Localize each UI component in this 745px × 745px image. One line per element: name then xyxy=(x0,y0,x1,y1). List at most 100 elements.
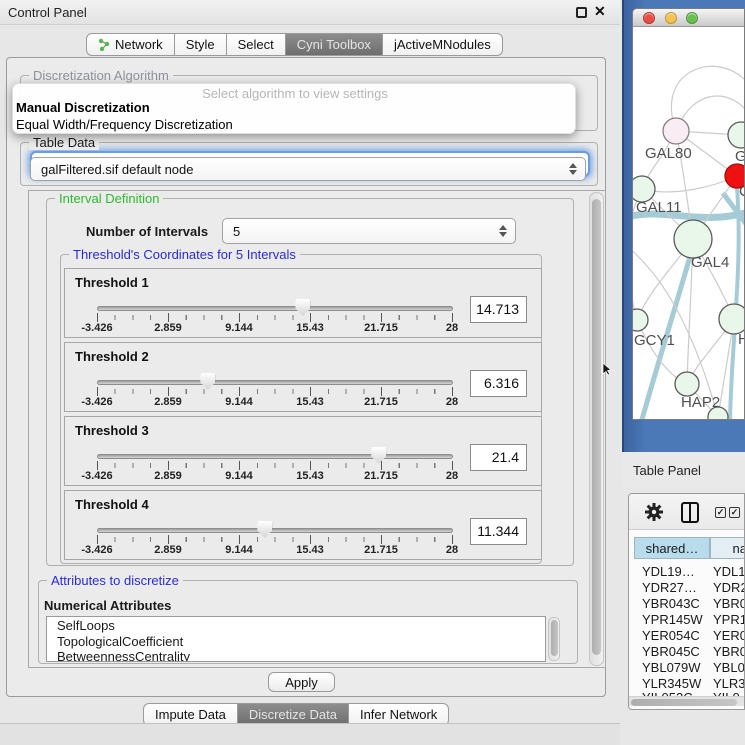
checkbox-icon[interactable]: ✓ xyxy=(729,507,740,518)
tab-select[interactable]: Select xyxy=(227,33,286,56)
threshold-4-box: Threshold 4 -3.426 2.859 9.144 15.43 21.… xyxy=(64,490,542,560)
node-gcy1[interactable] xyxy=(633,309,648,331)
table-panel-title: Table Panel xyxy=(633,463,701,478)
node-label: H xyxy=(738,331,745,348)
node-hap2[interactable] xyxy=(675,372,699,396)
threshold-label: Threshold 1 xyxy=(75,275,149,290)
horizontal-scrollbar[interactable] xyxy=(629,696,745,706)
dropdown-hint: Select algorithm to view settings xyxy=(13,86,577,101)
threshold-3-box: Threshold 3 -3.426 2.859 9.144 15.43 21.… xyxy=(64,416,542,486)
column-header-name[interactable]: na xyxy=(710,537,745,559)
num-intervals-label: Number of Intervals xyxy=(86,224,208,239)
tab-jactivemnodules[interactable]: jActiveMNodules xyxy=(383,33,503,56)
algorithm-dropdown-popup: Select algorithm to view settings Manual… xyxy=(12,83,576,134)
threshold-value-field[interactable]: 11.344 xyxy=(470,518,527,545)
node-label: C xyxy=(739,183,745,200)
node-label: GAL4 xyxy=(691,254,729,271)
dropdown-item-equal-width-frequency[interactable]: Equal Width/Frequency Discretization xyxy=(16,117,233,132)
slider-minor-ticks xyxy=(97,315,453,320)
table-row[interactable]: YDR27…YDR2 xyxy=(634,580,745,596)
scrollbar-thumb[interactable] xyxy=(592,199,601,655)
slider-thumb[interactable] xyxy=(371,447,386,464)
network-canvas[interactable]: GAL80 GA C GAL11 GAL4 GCY1 H HAP2 xyxy=(633,27,745,420)
tab-network[interactable]: Network xyxy=(86,33,175,56)
numerical-attributes-list[interactable]: SelfLoops TopologicalCoefficient Between… xyxy=(46,616,546,662)
threshold-label: Threshold 3 xyxy=(75,423,149,438)
numerical-attributes-label: Numerical Attributes xyxy=(44,598,171,613)
checkbox-icon[interactable]: ✓ xyxy=(715,507,726,518)
close-traffic-light-icon[interactable] xyxy=(643,12,655,24)
apply-button[interactable]: Apply xyxy=(268,672,335,692)
column-header-shared[interactable]: shared… xyxy=(634,537,710,559)
panel-title: Control Panel xyxy=(8,5,87,20)
zoom-traffic-light-icon[interactable] xyxy=(686,12,698,24)
combo-arrows-icon xyxy=(569,163,577,175)
table-row[interactable]: YBR043CYBR0 xyxy=(634,596,745,612)
threshold-1-box: Threshold 1 -3.426 2.859 9.144 15.43 21.… xyxy=(64,268,542,338)
slider-track[interactable] xyxy=(97,454,453,459)
slider-thumb[interactable] xyxy=(257,521,272,538)
slider-track[interactable] xyxy=(97,528,453,533)
mouse-cursor xyxy=(603,363,613,376)
slider-minor-ticks xyxy=(97,389,453,394)
hscrollbar-thumb[interactable] xyxy=(631,699,737,706)
list-scrollbar[interactable] xyxy=(548,617,560,661)
node-gal80[interactable] xyxy=(663,118,689,144)
slider-thumb[interactable] xyxy=(295,299,310,316)
node-right-mid[interactable] xyxy=(719,304,745,334)
table-row[interactable]: YBL079WYBL0 xyxy=(634,660,745,676)
network-icon xyxy=(98,38,110,51)
table-row[interactable]: YDL19…YDL1 xyxy=(634,564,745,580)
split-columns-icon[interactable] xyxy=(681,502,699,523)
attributes-title: Attributes to discretize xyxy=(47,573,183,588)
tab-cyni-toolbox[interactable]: Cyni Toolbox xyxy=(286,33,383,56)
top-tab-strip: Network Style Select Cyni Toolbox jActiv… xyxy=(86,33,503,56)
thresholds-title: Threshold's Coordinates for 5 Intervals xyxy=(69,247,300,262)
float-window-icon[interactable] xyxy=(576,7,587,18)
threshold-value-field[interactable]: 21.4 xyxy=(470,444,527,471)
threshold-value-field[interactable]: 14.713 xyxy=(470,296,527,323)
slider-minor-ticks xyxy=(97,463,453,468)
node-clipped-right[interactable] xyxy=(728,122,745,148)
table-panel-header: Table Panel xyxy=(622,452,745,487)
table-panel-box: ✓ ✓ shared… na YDL19…YDL1 YDR27…YDR2 YBR… xyxy=(628,493,745,710)
minimize-traffic-light-icon[interactable] xyxy=(665,12,677,24)
list-scrollbar-thumb[interactable] xyxy=(551,620,558,656)
algorithm-group-title: Discretization Algorithm xyxy=(29,68,173,83)
table-data-combobox[interactable]: galFiltered.sif default node xyxy=(30,157,586,181)
slider-track[interactable] xyxy=(97,306,453,311)
slider-thumb[interactable] xyxy=(200,373,215,390)
node-label: GAL80 xyxy=(645,145,692,162)
threshold-value-field[interactable]: 6.316 xyxy=(470,370,527,397)
slider-minor-ticks xyxy=(97,537,453,542)
list-item[interactable]: BetweennessCentrality xyxy=(47,648,545,662)
threshold-2-box: Threshold 2 -3.426 2.859 9.144 15.43 21.… xyxy=(64,342,542,412)
footer-area xyxy=(0,724,620,745)
control-panel-header xyxy=(0,0,620,25)
dropdown-item-manual-discretization[interactable]: Manual Discretization xyxy=(16,100,150,115)
node-label: GA xyxy=(735,148,745,165)
slider-track[interactable] xyxy=(97,380,453,385)
vertical-scrollbar[interactable] xyxy=(589,192,604,666)
threshold-label: Threshold 4 xyxy=(75,497,149,512)
threshold-label: Threshold 2 xyxy=(75,349,149,364)
table-row[interactable]: YPR145WYPR1 xyxy=(634,612,745,628)
table-toolbar: ✓ ✓ xyxy=(629,494,745,530)
node-label: GAL11 xyxy=(636,199,682,216)
tab-style[interactable]: Style xyxy=(175,33,227,56)
table-row[interactable]: YBR045CYBR0 xyxy=(634,644,745,660)
num-intervals-combobox[interactable]: 5 xyxy=(222,218,516,244)
list-item[interactable]: SelfLoops xyxy=(47,617,545,633)
node-label: GCY1 xyxy=(634,332,675,349)
num-intervals-value: 5 xyxy=(233,224,240,239)
interval-definition-title: Interval Definition xyxy=(55,191,163,206)
table-data-value: galFiltered.sif default node xyxy=(41,162,193,177)
list-item[interactable]: TopologicalCoefficient xyxy=(47,633,545,649)
table-row[interactable]: YER054CYER0 xyxy=(634,628,745,644)
close-icon[interactable]: ✕ xyxy=(594,3,606,20)
node-table: shared… na YDL19…YDL1 YDR27…YDR2 YBR043C… xyxy=(634,537,745,704)
network-window-titlebar[interactable] xyxy=(633,9,745,27)
gear-icon[interactable] xyxy=(645,503,663,521)
node-label: HAP2 xyxy=(681,394,720,411)
node-gal4[interactable] xyxy=(674,220,712,258)
